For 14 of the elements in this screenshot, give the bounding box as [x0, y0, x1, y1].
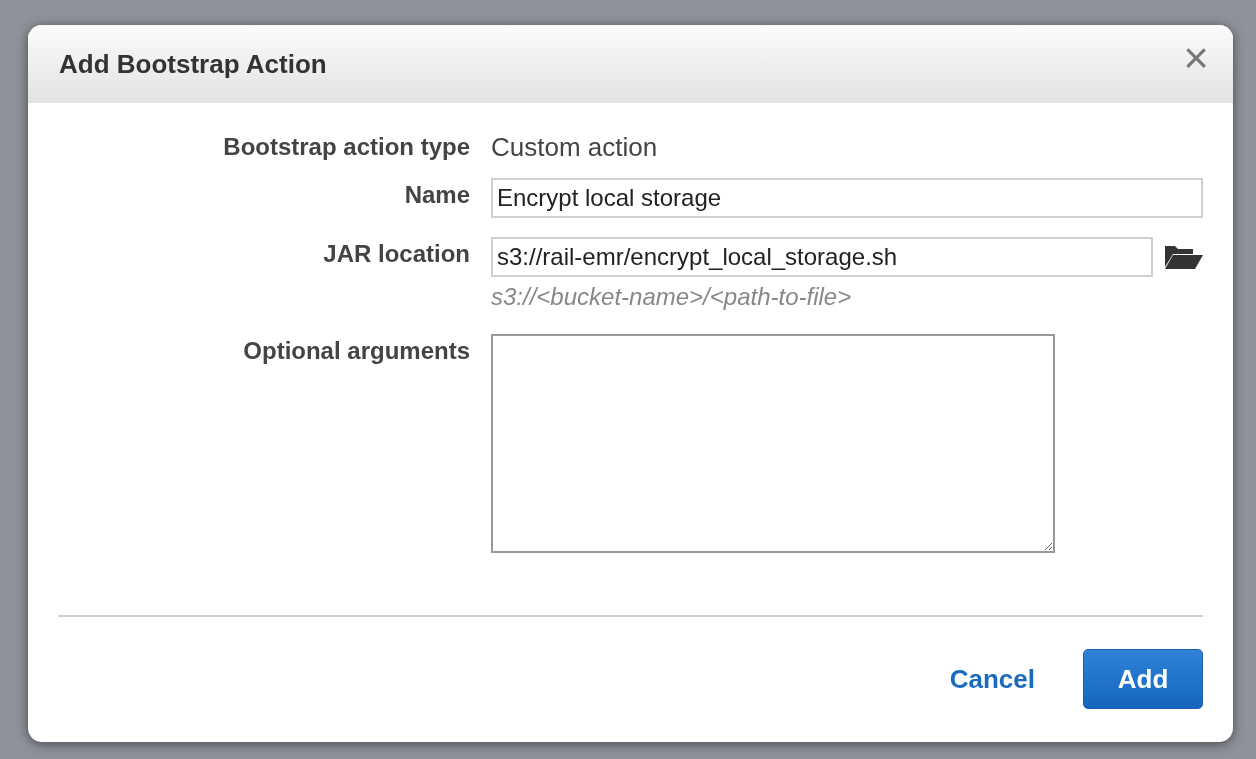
format-hint: s3://<bucket-name>/<path-to-file>: [491, 282, 853, 312]
input-field[interactable]: [491, 334, 1055, 553]
cancel-link[interactable]: Cancel: [949, 659, 1035, 699]
input-field[interactable]: s3://rail-emr/encrypt_local_storage.sh: [491, 237, 1153, 277]
add-button[interactable]: Add: [1083, 649, 1203, 709]
field-label: Name: [403, 180, 470, 210]
folder-icon[interactable]: [1163, 243, 1203, 271]
field-label: JAR location: [322, 239, 470, 269]
field-label: Bootstrap action type: [222, 132, 470, 162]
dialog-title: Add Bootstrap Action: [59, 47, 327, 81]
field-label: Optional arguments: [242, 336, 470, 366]
input-field[interactable]: Encrypt local storage: [491, 178, 1203, 218]
field-value: Custom action: [491, 131, 659, 164]
close-button[interactable]: ×: [1183, 36, 1209, 80]
